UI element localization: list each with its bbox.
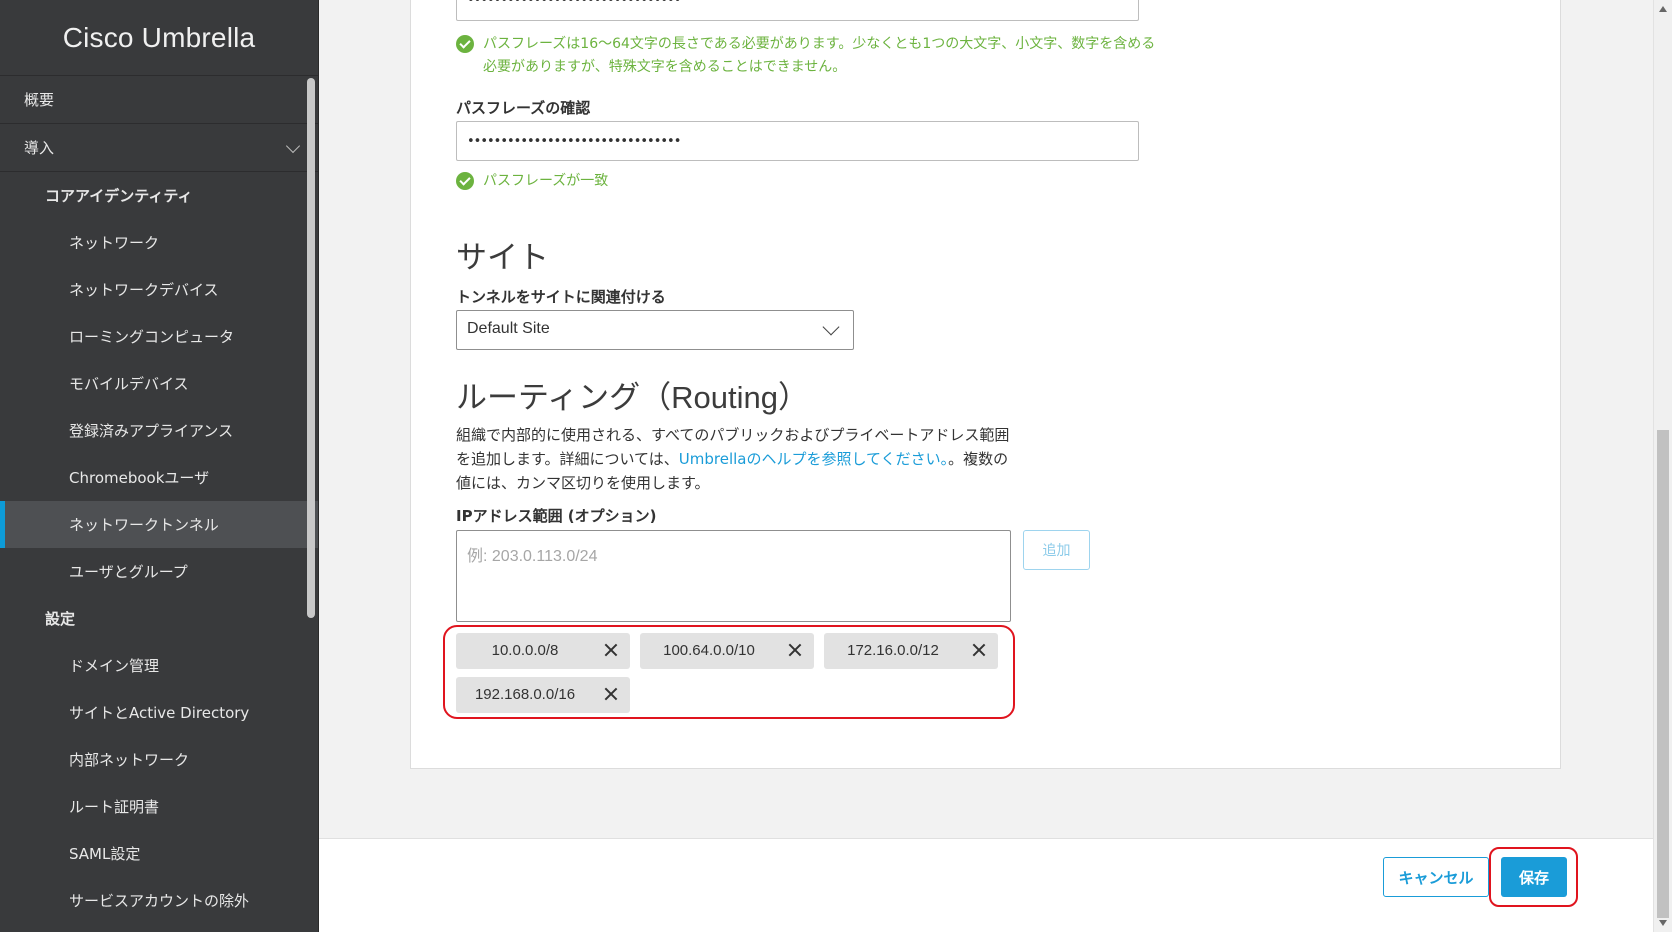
- sidebar-item-label: 導入: [24, 139, 55, 157]
- passphrase-value: ••••••••••••••••••••••••••••••••: [467, 0, 681, 8]
- sidebar-item-overview[interactable]: 概要: [0, 76, 318, 124]
- sidebar-item-service-account-exceptions[interactable]: サービスアカウントの除外: [0, 877, 318, 924]
- scroll-down-arrow-icon[interactable]: [1659, 920, 1667, 926]
- passphrase-match-text: パスフレーズが一致: [483, 173, 609, 189]
- sidebar-item-sites-active-directory[interactable]: サイトとActive Directory: [0, 689, 318, 736]
- passphrase-input[interactable]: ••••••••••••••••••••••••••••••••: [456, 0, 1139, 21]
- sidebar-item-mobile-devices[interactable]: モバイルデバイス: [0, 360, 318, 407]
- sidebar-item-label: モバイルデバイス: [69, 375, 189, 393]
- scroll-up-arrow-icon[interactable]: [1659, 6, 1667, 12]
- sidebar-group-configuration: 設定: [0, 595, 318, 642]
- save-button-highlight: [1489, 847, 1578, 907]
- sidebar-item-internal-networks[interactable]: 内部ネットワーク: [0, 736, 318, 783]
- sidebar-item-saml-configuration[interactable]: SAML設定: [0, 830, 318, 877]
- ip-range-input[interactable]: 例: 203.0.113.0/24: [456, 530, 1011, 622]
- sidebar-item-users-groups[interactable]: ユーザとグループ: [0, 548, 318, 595]
- sidebar-item-chromebook-users[interactable]: Chromebookユーザ: [0, 454, 318, 501]
- sidebar-item-domain-management[interactable]: ドメイン管理: [0, 642, 318, 689]
- chevron-down-icon: [822, 318, 840, 336]
- tunnel-form-card: •••••••••••••••••••••••••••••••• パスフレーズは…: [410, 0, 1561, 769]
- routing-section-title: ルーティング（Routing）: [456, 380, 809, 415]
- sidebar-item-deployment[interactable]: 導入: [0, 124, 318, 172]
- ip-range-chip: 100.64.0.0/10: [640, 633, 814, 669]
- ip-range-chip-label: 10.0.0.0/8: [491, 642, 559, 659]
- close-icon[interactable]: [784, 639, 806, 661]
- ip-range-label: IPアドレス範囲 (オプション): [456, 507, 657, 525]
- site-select-value: Default Site: [467, 320, 550, 337]
- passphrase-requirements: パスフレーズは16～64文字の長さである必要があります。少なくとも1つの大文字、…: [456, 33, 1155, 79]
- chevron-down-icon[interactable]: [285, 138, 301, 154]
- sidebar-item-label: 内部ネットワーク: [69, 751, 190, 769]
- sidebar-item-label: ネットワークデバイス: [69, 281, 219, 299]
- main-content: •••••••••••••••••••••••••••••••• パスフレーズは…: [319, 0, 1672, 932]
- close-icon[interactable]: [600, 683, 622, 705]
- confirm-passphrase-input[interactable]: ••••••••••••••••••••••••••••••••: [456, 121, 1139, 161]
- sidebar-item-label: ネットワーク: [69, 234, 160, 252]
- page-scrollbar[interactable]: [1653, 0, 1672, 932]
- confirm-passphrase-value: ••••••••••••••••••••••••••••••••: [467, 134, 681, 149]
- sidebar-item-network-tunnels[interactable]: ネットワークトンネル: [0, 501, 318, 548]
- sidebar-item-root-certificate[interactable]: ルート証明書: [0, 783, 318, 830]
- sidebar-item-label: SAML設定: [69, 845, 141, 863]
- sidebar: Cisco Umbrella 概要 導入 コアアイデンティティ ネットワーク ネ…: [0, 0, 319, 932]
- sidebar-item-label: ネットワークトンネル: [69, 516, 219, 534]
- sidebar-group-core-identities: コアアイデンティティ: [0, 172, 318, 219]
- ip-range-chip-label: 100.64.0.0/10: [663, 642, 755, 659]
- check-circle-icon: [456, 35, 474, 53]
- site-select[interactable]: Default Site: [456, 310, 854, 350]
- sidebar-item-label: 概要: [24, 91, 55, 109]
- routing-description: 組織で内部的に使用される、すべてのパブリックおよびプライベートアドレス範囲を追加…: [456, 423, 1016, 495]
- site-association-label: トンネルをサイトに関連付ける: [456, 288, 666, 306]
- site-section-title: サイト: [456, 240, 549, 275]
- umbrella-help-link[interactable]: Umbrellaのヘルプを参照してください。: [679, 450, 948, 468]
- sidebar-item-label: ルート証明書: [69, 798, 160, 816]
- ip-range-chip-label: 192.168.0.0/16: [474, 686, 576, 703]
- passphrase-hint-line1: パスフレーズは16～64文字の長さである必要があります。少なくとも1つの大文字、…: [483, 36, 1156, 52]
- add-ip-range-button[interactable]: 追加: [1023, 530, 1090, 570]
- sidebar-item-registered-appliances[interactable]: 登録済みアプライアンス: [0, 407, 318, 454]
- sidebar-item-label: サイトとActive Directory: [69, 704, 250, 722]
- ip-range-chip: 192.168.0.0/16: [456, 677, 630, 713]
- scrollbar-thumb[interactable]: [1657, 430, 1669, 918]
- sidebar-item-networks[interactable]: ネットワーク: [0, 219, 318, 266]
- ip-range-chip: 10.0.0.0/8: [456, 633, 630, 669]
- passphrase-match-status: パスフレーズが一致: [456, 170, 608, 193]
- sidebar-item-label: ユーザとグループ: [69, 563, 188, 581]
- sidebar-scrollbar[interactable]: [307, 78, 315, 618]
- ip-range-chip-label: 172.16.0.0/12: [847, 642, 939, 659]
- cancel-button[interactable]: キャンセル: [1383, 857, 1489, 897]
- close-icon[interactable]: [968, 639, 990, 661]
- sidebar-group-label: コアアイデンティティ: [45, 187, 193, 205]
- sidebar-item-label: ドメイン管理: [69, 657, 160, 675]
- ip-range-placeholder: 例: 203.0.113.0/24: [467, 548, 598, 565]
- sidebar-item-label: サービスアカウントの除外: [69, 892, 250, 910]
- sidebar-item-roaming-computers[interactable]: ローミングコンピュータ: [0, 313, 318, 360]
- check-circle-icon: [456, 172, 474, 190]
- ip-range-chip: 172.16.0.0/12: [824, 633, 998, 669]
- sidebar-item-network-devices[interactable]: ネットワークデバイス: [0, 266, 318, 313]
- sidebar-item-label: ローミングコンピュータ: [69, 328, 235, 346]
- confirm-passphrase-label: パスフレーズの確認: [456, 99, 591, 117]
- sidebar-group-label: 設定: [45, 610, 76, 628]
- sidebar-item-label: Chromebookユーザ: [69, 469, 210, 487]
- sidebar-item-label: 登録済みアプライアンス: [69, 422, 234, 440]
- close-icon[interactable]: [600, 639, 622, 661]
- app-title: Cisco Umbrella: [0, 0, 318, 76]
- passphrase-hint-line2: 必要がありますが、特殊文字を含めることはできません。: [483, 59, 847, 75]
